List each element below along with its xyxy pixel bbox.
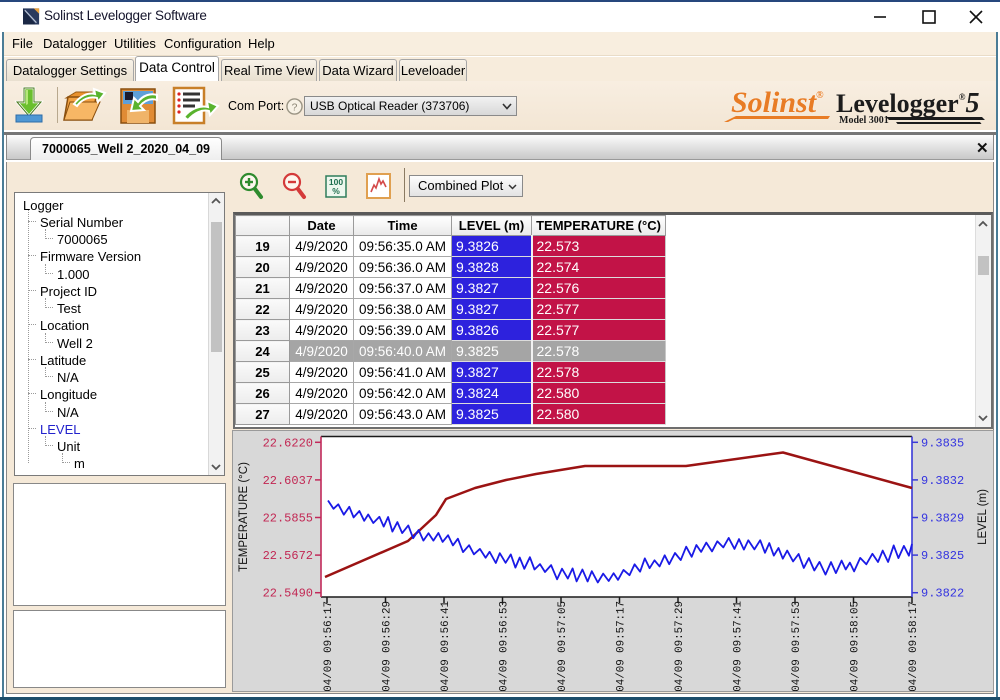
svg-text:22.5490: 22.5490 bbox=[263, 587, 313, 601]
svg-text:9.3822: 9.3822 bbox=[921, 587, 964, 601]
svg-text:9.3832: 9.3832 bbox=[921, 474, 964, 488]
svg-text:04/09 09:57:41: 04/09 09:57:41 bbox=[733, 601, 745, 691]
svg-text:22.5672: 22.5672 bbox=[263, 549, 313, 563]
svg-text:04/09 09:57:29: 04/09 09:57:29 bbox=[674, 601, 686, 691]
svg-text:?: ? bbox=[292, 102, 298, 113]
svg-text:04/09 09:56:53: 04/09 09:56:53 bbox=[499, 601, 511, 691]
svg-text:22.5855: 22.5855 bbox=[263, 512, 313, 526]
svg-text:04/09 09:56:41: 04/09 09:56:41 bbox=[440, 601, 452, 691]
svg-text:9.3825: 9.3825 bbox=[921, 549, 964, 563]
svg-text:04/09 09:56:29: 04/09 09:56:29 bbox=[382, 601, 394, 691]
svg-text:04/09 09:57:53: 04/09 09:57:53 bbox=[791, 601, 803, 691]
svg-text:22.6037: 22.6037 bbox=[263, 474, 313, 488]
svg-text:9.3835: 9.3835 bbox=[921, 436, 964, 450]
svg-text:9.3829: 9.3829 bbox=[921, 512, 964, 526]
svg-text:04/09 09:58:17: 04/09 09:58:17 bbox=[908, 601, 920, 691]
svg-text:%: % bbox=[332, 186, 340, 196]
svg-text:04/09 09:56:17: 04/09 09:56:17 bbox=[323, 601, 335, 691]
svg-text:04/09 09:57:17: 04/09 09:57:17 bbox=[616, 601, 628, 691]
svg-text:04/09 09:58:05: 04/09 09:58:05 bbox=[850, 601, 862, 691]
svg-text:LEVEL (m): LEVEL (m) bbox=[977, 489, 989, 545]
svg-text:04/09 09:57:05: 04/09 09:57:05 bbox=[557, 601, 569, 691]
svg-text:TEMPERATURE (°C): TEMPERATURE (°C) bbox=[238, 462, 250, 572]
svg-text:22.6220: 22.6220 bbox=[263, 436, 313, 450]
